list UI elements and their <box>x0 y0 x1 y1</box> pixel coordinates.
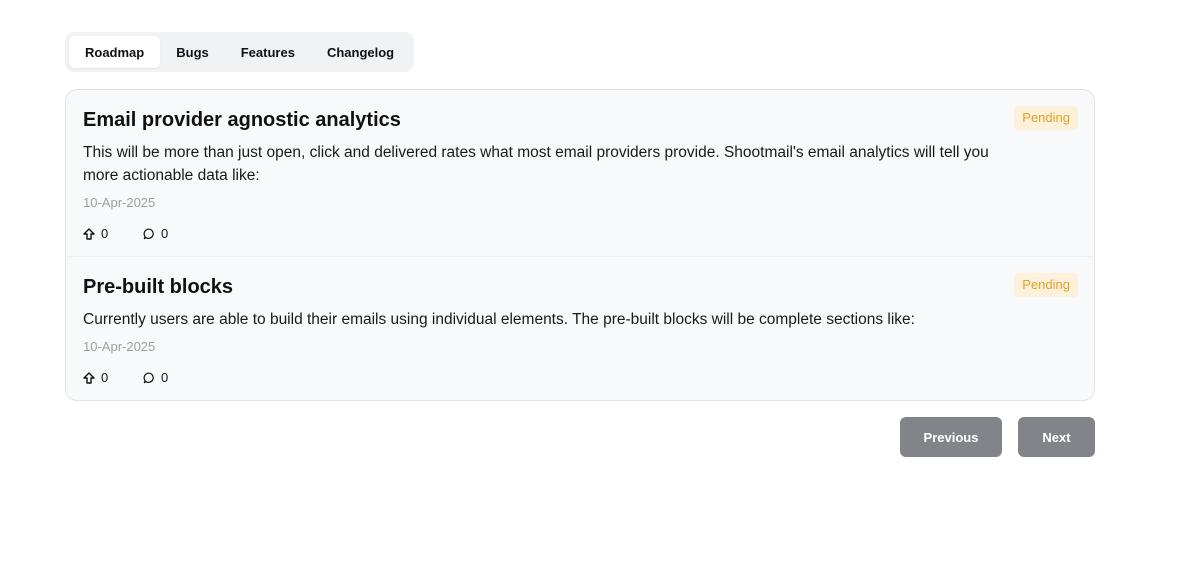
status-badge: Pending <box>1014 273 1078 297</box>
comments-button[interactable]: 0 <box>143 370 203 385</box>
item-title: Pre-built blocks <box>83 276 234 298</box>
comment-count: 0 <box>161 370 169 385</box>
upvote-button[interactable]: 0 <box>83 226 143 241</box>
previous-button[interactable]: Previous <box>900 417 1002 457</box>
comments-button[interactable]: 0 <box>143 226 203 241</box>
roadmap-list: Email provider agnostic analytics Pendin… <box>65 89 1095 401</box>
upvote-arrow-icon <box>83 227 95 240</box>
roadmap-item[interactable]: Email provider agnostic analytics Pendin… <box>66 90 1094 256</box>
item-meta: 0 0 <box>83 370 1077 385</box>
upvote-arrow-icon <box>83 371 95 384</box>
upvote-count: 0 <box>101 226 109 241</box>
item-meta: 0 0 <box>83 226 1077 241</box>
upvote-count: 0 <box>101 370 109 385</box>
tab-bugs[interactable]: Bugs <box>160 36 225 68</box>
upvote-button[interactable]: 0 <box>83 370 143 385</box>
status-badge: Pending <box>1014 106 1078 130</box>
item-date: 10-Apr-2025 <box>83 339 156 354</box>
tab-roadmap[interactable]: Roadmap <box>69 36 161 68</box>
roadmap-item[interactable]: Pre-built blocks Pending Currently users… <box>66 256 1094 400</box>
item-description: Currently users are able to build their … <box>83 311 915 328</box>
roadmap-page: Roadmap Bugs Features Changelog Email pr… <box>0 0 1200 561</box>
tab-features[interactable]: Features <box>225 36 311 68</box>
item-date: 10-Apr-2025 <box>83 195 156 210</box>
comment-bubble-icon <box>143 228 155 240</box>
comment-bubble-icon <box>143 372 155 384</box>
tab-bar: Roadmap Bugs Features Changelog <box>65 32 415 72</box>
tab-changelog[interactable]: Changelog <box>311 36 410 68</box>
next-button[interactable]: Next <box>1018 417 1095 457</box>
item-title: Email provider agnostic analytics <box>83 109 401 131</box>
comment-count: 0 <box>161 226 169 241</box>
item-description: This will be more than just open, click … <box>83 144 989 184</box>
